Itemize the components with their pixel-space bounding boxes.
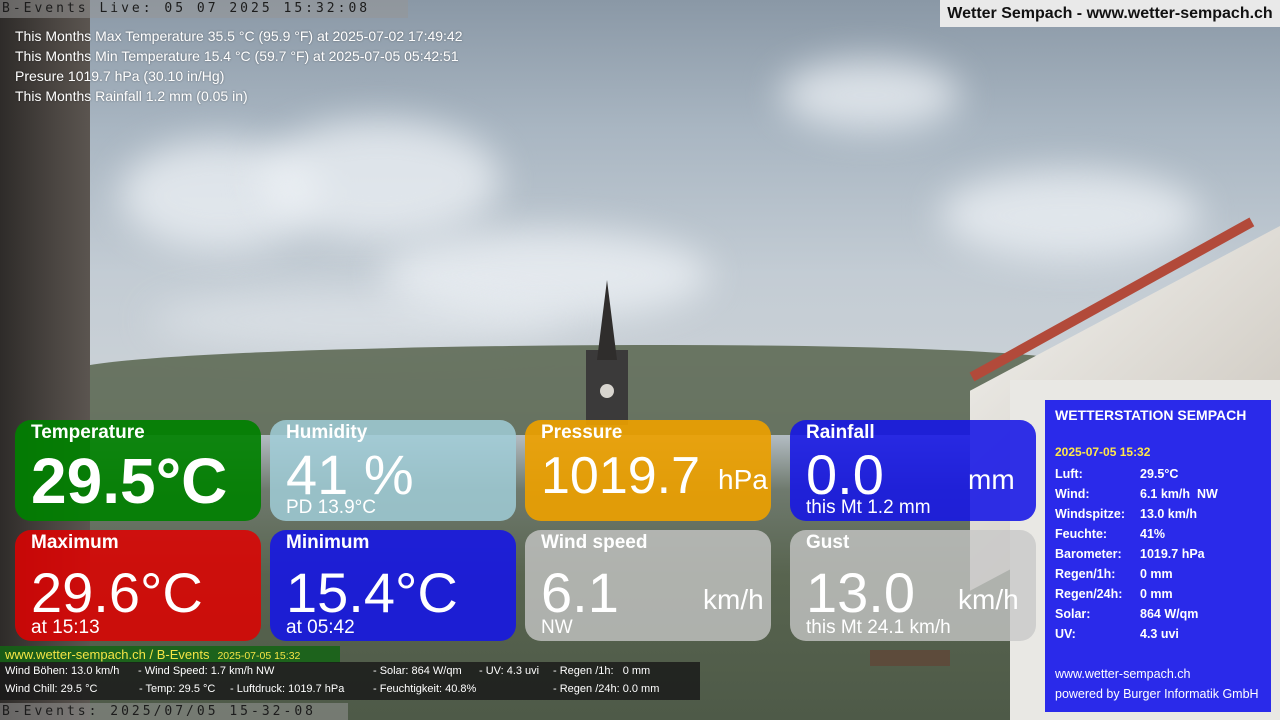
tile-unit: hPa [718, 464, 768, 495]
row-value: 864 W/qm [1140, 607, 1199, 621]
wind-chill-text: Wind Chill: 29.5 °C [5, 683, 98, 695]
rain-1h-text: - Regen /1h: 0 mm [553, 665, 651, 677]
panel-title: WETTERSTATION SEMPACH [1055, 407, 1247, 423]
tile-label: Rainfall [806, 422, 875, 443]
row-value: 13.0 km/h [1140, 507, 1197, 521]
panel-row-regen-24h: Regen/24h: 0 mm [1055, 587, 1261, 603]
site-link-strip: www.wetter-sempach.ch / B-Events 2025-07-… [0, 646, 340, 663]
tile-label: Humidity [286, 422, 368, 443]
site-link[interactable]: www.wetter-sempach.ch / B-Events [0, 647, 209, 662]
wind-speed-text: - Wind Speed: 1.7 km/h NW [138, 665, 275, 677]
row-value: 0 mm [1140, 567, 1173, 581]
row-value: 41% [1140, 527, 1166, 541]
row-key: Solar: [1055, 607, 1091, 621]
rain-24h-text: - Regen /24h: 0.0 mm [553, 683, 660, 695]
tile-value: 15.4°C [286, 561, 458, 624]
tile-humidity: Humidity 41 % PD 13.9°C [270, 420, 516, 521]
data-strip: Wind Böhen: 13.0 km/h - Wind Speed: 1.7 … [0, 662, 700, 700]
panel-site-link[interactable]: www.wetter-sempach.ch [1055, 664, 1259, 684]
stat-min-temp: This Months Min Temperature 15.4 °C (59.… [15, 48, 459, 64]
station-panel: WETTERSTATION SEMPACH 2025-07-05 15:32 L… [1045, 400, 1271, 712]
humidity-text: - Feuchtigkeit: 40.8% [373, 683, 477, 695]
row-key: Feuchte: [1055, 527, 1108, 541]
panel-footer: www.wetter-sempach.ch powered by Burger … [1055, 664, 1259, 704]
tile-value: 29.5°C [31, 445, 228, 517]
panel-row-solar: Solar: 864 W/qm [1055, 607, 1261, 623]
tile-unit: km/h [703, 584, 764, 615]
panel-row-luft: Luft: 29.5°C [1055, 467, 1261, 483]
row-value: 4.3 uvi [1140, 627, 1179, 641]
stat-max-temp: This Months Max Temperature 35.5 °C (95.… [15, 28, 463, 44]
solar-text: - Solar: 864 W/qm [373, 665, 462, 677]
panel-row-regen-1h: Regen/1h: 0 mm [1055, 567, 1261, 583]
row-key: Windspitze: [1055, 507, 1126, 521]
row-value: 6.1 km/h NW [1140, 487, 1218, 501]
row-key: UV: [1055, 627, 1076, 641]
stat-pressure: Presure 1019.7 hPa (30.10 in/Hg) [15, 68, 225, 84]
tile-value: 29.6°C [31, 561, 203, 624]
tile-unit: mm [968, 464, 1015, 495]
temp-text: - Temp: 29.5 °C [139, 683, 216, 695]
tile-label: Wind speed [541, 532, 648, 553]
air-pressure-text: - Luftdruck: 1019.7 hPa [230, 683, 345, 695]
tile-wind-speed: Wind speed 6.1 km/h NW [525, 530, 771, 641]
panel-rows: Luft: 29.5°C Wind: 6.1 km/h NW Windspitze:… [1055, 467, 1261, 643]
panel-row-uv: UV: 4.3 uvi [1055, 627, 1261, 643]
tile-minimum: Minimum 15.4°C at 05:42 [270, 530, 516, 641]
tile-sub: at 05:42 [286, 617, 355, 638]
tile-label: Minimum [286, 532, 370, 553]
tile-sub: PD 13.9°C [286, 497, 376, 518]
tile-temperature: Temperature 29.5°C [15, 420, 261, 521]
row-key: Luft: [1055, 467, 1083, 481]
tile-unit: km/h [958, 584, 1019, 615]
tile-label: Maximum [31, 532, 119, 553]
tile-sub: this Mt 24.1 km/h [806, 617, 951, 638]
tile-rainfall: Rainfall 0.0 mm this Mt 1.2 mm [790, 420, 1036, 521]
row-key: Barometer: [1055, 547, 1122, 561]
stat-rainfall: This Months Rainfall 1.2 mm (0.05 in) [15, 88, 248, 104]
tile-sub: this Mt 1.2 mm [806, 497, 931, 518]
panel-date: 2025-07-05 15:32 [1055, 445, 1151, 459]
tile-gust: Gust 13.0 km/h this Mt 24.1 km/h [790, 530, 1036, 641]
panel-row-windspitze: Windspitze: 13.0 km/h [1055, 507, 1261, 523]
tile-sub: at 15:13 [31, 617, 100, 638]
tile-value: 1019.7 [541, 447, 701, 505]
live-timestamp-bar: B-Events Live: 05 07 2025 15:32:08 [0, 0, 408, 18]
panel-row-feuchte: Feuchte: 41% [1055, 527, 1261, 543]
bench [870, 650, 950, 666]
church-clock [600, 384, 614, 398]
tile-label: Pressure [541, 422, 623, 443]
event-timestamp-bar: B-Events: 2025/07/05 15-32-08 [0, 703, 348, 720]
row-value: 1019.7 hPa [1140, 547, 1205, 561]
tile-value: 13.0 [806, 561, 915, 624]
wind-gust-text: Wind Böhen: 13.0 km/h [5, 665, 120, 677]
monthly-stats: This Months Max Temperature 35.5 °C (95.… [15, 26, 463, 106]
strip-date: 2025-07-05 15:32 [217, 650, 301, 662]
row-key: Regen/24h: [1055, 587, 1123, 601]
tile-value: 6.1 [541, 561, 619, 624]
tile-sub: NW [541, 617, 573, 638]
tile-maximum: Maximum 29.6°C at 15:13 [15, 530, 261, 641]
panel-row-wind: Wind: 6.1 km/h NW [1055, 487, 1261, 503]
tile-label: Gust [806, 532, 850, 553]
row-key: Regen/1h: [1055, 567, 1116, 581]
tile-label: Temperature [31, 422, 145, 443]
site-title: Wetter Sempach - www.wetter-sempach.ch [940, 0, 1280, 27]
panel-credit: powered by Burger Informatik GmbH [1055, 687, 1259, 701]
row-value: 0 mm [1140, 587, 1173, 601]
tile-pressure: Pressure 1019.7 hPa [525, 420, 771, 521]
panel-row-barometer: Barometer: 1019.7 hPa [1055, 547, 1261, 563]
uv-text: - UV: 4.3 uvi [479, 665, 540, 677]
row-key: Wind: [1055, 487, 1090, 501]
row-value: 29.5°C [1140, 467, 1179, 481]
